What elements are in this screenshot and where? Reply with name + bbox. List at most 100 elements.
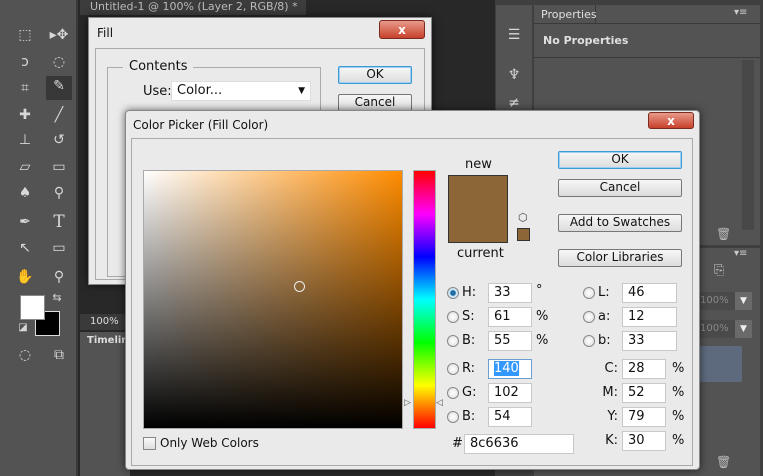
- brush-presets-icon[interactable]: ♆: [503, 65, 525, 85]
- hue-slider[interactable]: [413, 170, 436, 429]
- fill-close-button[interactable]: x: [379, 20, 425, 39]
- k-unit: %: [672, 433, 685, 448]
- brush-tool-icon[interactable]: ╱: [48, 105, 70, 125]
- y-input[interactable]: 79: [622, 407, 666, 427]
- lab-b-label: b:: [598, 333, 611, 348]
- current-label: current: [457, 246, 504, 261]
- rectangle-tool-icon[interactable]: ▭: [48, 238, 70, 258]
- k-input[interactable]: 30: [622, 431, 666, 451]
- zoom-level[interactable]: 100%: [80, 314, 126, 330]
- foreground-color-swatch[interactable]: [20, 295, 45, 320]
- properties-tab[interactable]: Properties: [534, 5, 597, 23]
- default-colors-icon[interactable]: ◪: [12, 318, 34, 338]
- b-radio[interactable]: [447, 335, 459, 347]
- r-input[interactable]: 140: [488, 359, 532, 379]
- r-radio[interactable]: [447, 363, 459, 375]
- h-label: H:: [462, 285, 477, 300]
- a-input[interactable]: 12: [622, 307, 677, 327]
- history-icon[interactable]: ☰: [503, 25, 525, 45]
- ok-button[interactable]: OK: [558, 151, 682, 169]
- type-tool-icon[interactable]: T: [48, 212, 70, 232]
- web-safe-swatch[interactable]: [517, 228, 530, 241]
- trash-icon[interactable]: 🗑: [716, 227, 731, 241]
- blue-input[interactable]: 54: [488, 407, 532, 427]
- add-to-swatches-button[interactable]: Add to Swatches: [558, 214, 682, 232]
- document-tab[interactable]: Untitled-1 @ 100% (Layer 2, RGB/8) * ×: [80, 0, 306, 27]
- opacity-dropdown[interactable]: ▼: [735, 292, 752, 310]
- g-input[interactable]: 102: [488, 383, 532, 403]
- s-label: S:: [462, 309, 475, 324]
- h-input[interactable]: 33: [488, 283, 532, 303]
- lab-b-input[interactable]: 33: [622, 331, 677, 351]
- healing-brush-icon[interactable]: ✚: [14, 105, 36, 125]
- layer-filter-icon[interactable]: ⎘: [714, 263, 724, 278]
- selected-layer-row[interactable]: [700, 346, 742, 382]
- eyedropper-tool-icon[interactable]: ✎: [46, 76, 72, 100]
- fill-dialog-title: Fill: [97, 26, 114, 40]
- brightness-input[interactable]: 55: [488, 331, 532, 351]
- blur-tool-icon[interactable]: ♠: [14, 183, 36, 203]
- s-radio[interactable]: [447, 311, 459, 323]
- use-select[interactable]: Color... ▼: [171, 81, 311, 101]
- k-label: K:: [605, 433, 618, 448]
- dodge-tool-icon[interactable]: ⚲: [48, 183, 70, 203]
- no-properties-text: No Properties: [543, 34, 629, 47]
- fill-ok-button[interactable]: OK: [338, 66, 412, 84]
- use-select-value: Color...: [177, 83, 223, 98]
- document-tab-title: Untitled-1 @ 100% (Layer 2, RGB/8) *: [90, 0, 298, 13]
- path-selection-icon[interactable]: ↖: [14, 238, 36, 258]
- s-input[interactable]: 61: [488, 307, 532, 327]
- c-input[interactable]: 28: [622, 359, 666, 379]
- s-unit: %: [536, 309, 549, 324]
- history-brush-icon[interactable]: ↺: [48, 130, 70, 150]
- color-libraries-button[interactable]: Color Libraries: [558, 249, 682, 267]
- color-selector-circle[interactable]: [294, 281, 305, 292]
- move-tool-icon[interactable]: ▸✥: [48, 25, 70, 45]
- eraser-tool-icon[interactable]: ▱: [14, 157, 36, 177]
- fill-field[interactable]: 100%: [697, 320, 735, 338]
- l-radio[interactable]: [583, 287, 595, 299]
- r-input-selected-text: 140: [494, 361, 519, 376]
- only-web-colors-checkbox[interactable]: [143, 437, 156, 450]
- contents-label: Contents: [123, 59, 194, 74]
- panel-menu-icon[interactable]: ▾≡: [734, 248, 747, 259]
- quick-selection-tool-icon[interactable]: ◌: [48, 52, 70, 72]
- panel-menu-icon[interactable]: ▾≡: [734, 7, 747, 18]
- hand-tool-icon[interactable]: ✋: [14, 267, 36, 287]
- zoom-tool-icon[interactable]: ⚲: [48, 267, 70, 287]
- fill-dropdown[interactable]: ▼: [735, 320, 752, 338]
- g-radio[interactable]: [447, 387, 459, 399]
- trash-icon[interactable]: 🗑: [716, 455, 731, 469]
- quick-mask-icon[interactable]: ◌: [14, 345, 36, 365]
- crop-tool-icon[interactable]: ⌗: [14, 78, 36, 98]
- timeline-tab[interactable]: Timeline: [80, 332, 135, 476]
- saturation-brightness-field[interactable]: [143, 170, 403, 429]
- m-input[interactable]: 52: [622, 383, 666, 403]
- blue-radio[interactable]: [447, 411, 459, 423]
- new-label: new: [465, 157, 492, 172]
- l-input[interactable]: 46: [622, 283, 677, 303]
- color-picker-close-button[interactable]: x: [648, 112, 694, 129]
- hex-input[interactable]: 8c6636: [464, 434, 574, 454]
- c-unit: %: [672, 361, 685, 376]
- marquee-tool-icon[interactable]: ⬚: [14, 25, 36, 45]
- scrollbar[interactable]: [742, 60, 754, 230]
- g-label: G:: [462, 385, 477, 400]
- y-label: Y:: [607, 409, 618, 424]
- blue-label: B:: [462, 409, 476, 424]
- gradient-tool-icon[interactable]: ▭: [48, 157, 70, 177]
- swap-colors-icon[interactable]: ⇆: [46, 288, 68, 308]
- gamut-cube-icon[interactable]: ⬡: [518, 211, 528, 224]
- stamp-tool-icon[interactable]: ⊥: [14, 130, 36, 150]
- brightness-unit: %: [536, 333, 549, 348]
- pen-tool-icon[interactable]: ✒: [14, 212, 36, 232]
- lasso-tool-icon[interactable]: ↄ: [14, 52, 36, 72]
- screen-mode-icon[interactable]: ⧉: [48, 345, 70, 365]
- a-radio[interactable]: [583, 311, 595, 323]
- opacity-field[interactable]: 100%: [697, 292, 735, 310]
- cancel-button[interactable]: Cancel: [558, 179, 682, 197]
- hue-slider-left-arrow[interactable]: ▷: [404, 398, 411, 408]
- lab-b-radio[interactable]: [583, 335, 595, 347]
- h-radio[interactable]: [447, 287, 459, 299]
- hue-slider-right-arrow[interactable]: ◁: [436, 398, 443, 408]
